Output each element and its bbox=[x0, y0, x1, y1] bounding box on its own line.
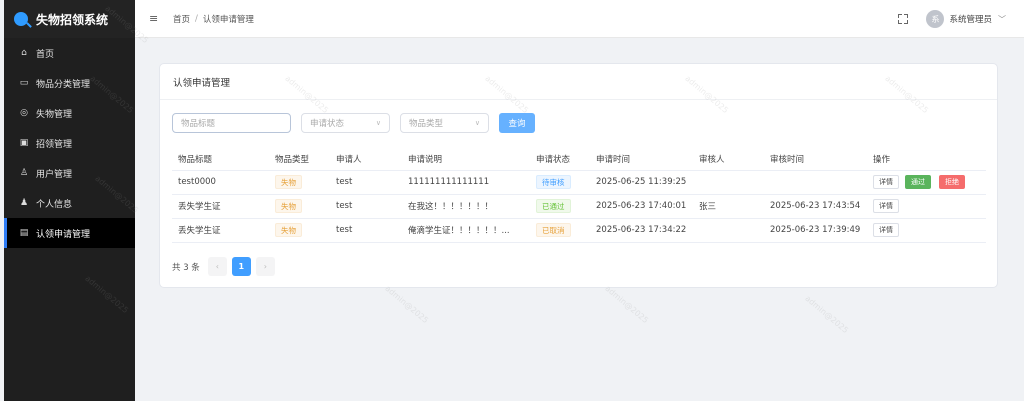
detail-button[interactable]: 详情 bbox=[873, 199, 899, 213]
chevron-down-icon[interactable]: ﹀ bbox=[998, 14, 1006, 25]
app-logo: 失物招领系统 bbox=[4, 0, 135, 38]
prev-page-button[interactable]: ‹ bbox=[207, 257, 227, 276]
column-header: 申请说明 bbox=[402, 148, 530, 171]
title-search-input[interactable]: 物品标题 bbox=[172, 113, 291, 133]
notebook-icon: ▣ bbox=[19, 138, 29, 148]
sidebar-item-profile[interactable]: ♟ 个人信息 bbox=[4, 188, 135, 218]
type-select-placeholder: 物品类型 bbox=[409, 119, 444, 129]
status-select-placeholder: 申请状态 bbox=[310, 119, 345, 129]
breadcrumb-current: 认领申请管理 bbox=[202, 14, 254, 25]
sidebar-item-label: 用户管理 bbox=[36, 169, 73, 180]
column-header: 物品类型 bbox=[269, 148, 330, 171]
status-badge: 已取消 bbox=[536, 223, 571, 237]
sidebar-item-label: 首页 bbox=[36, 49, 55, 60]
user-solid-icon: ♟ bbox=[19, 198, 29, 208]
type-tag: 失物 bbox=[275, 175, 302, 189]
column-header: 物品标题 bbox=[172, 148, 269, 171]
sidebar-item-label: 招领管理 bbox=[36, 139, 73, 150]
cell-reviewer: 张三 bbox=[693, 194, 764, 219]
page-number-button[interactable]: 1 bbox=[231, 257, 251, 276]
sidebar-item-claims[interactable]: ▤ 认领申请管理 bbox=[4, 218, 135, 248]
user-outline-icon: ♙ bbox=[19, 168, 29, 178]
cell-title: 丢失学生证 bbox=[172, 218, 269, 243]
cell-apply-time: 2025-06-23 17:34:22 bbox=[590, 218, 693, 243]
breadcrumb: 首页 / 认领申请管理 bbox=[173, 13, 254, 25]
cell-title: 丢失学生证 bbox=[172, 194, 269, 219]
claims-table: 物品标题 物品类型 申请人 申请说明 申请状态 申请时间 审核人 审核时间 操作… bbox=[172, 148, 986, 243]
chevron-down-icon: ∨ bbox=[474, 119, 480, 127]
detail-button[interactable]: 详情 bbox=[873, 223, 899, 237]
sidebar-item-found[interactable]: ▣ 招领管理 bbox=[4, 128, 135, 158]
top-header: ≡ 首页 / 认领申请管理 系 系统管理员 ﹀ bbox=[135, 0, 1024, 38]
sidebar-item-label: 个人信息 bbox=[36, 199, 73, 210]
cell-title: test0000 bbox=[172, 170, 269, 195]
table-row: 丢失学生证 失物 test 在我这！！！！！！！ 已通过 2025-06-23 … bbox=[172, 194, 986, 219]
chevron-down-icon: ∨ bbox=[375, 119, 381, 127]
claims-card: 认领申请管理 物品标题 申请状态 ∨ 物品类型 ∨ 查询 物品标题 物品类型 申… bbox=[159, 63, 998, 288]
avatar[interactable]: 系 bbox=[926, 10, 945, 28]
sidebar-item-label: 物品分类管理 bbox=[36, 79, 91, 90]
sidebar-item-label: 认领申请管理 bbox=[36, 229, 91, 240]
sidebar-item-lost[interactable]: ◎ 失物管理 bbox=[4, 98, 135, 128]
watermark: admin@2025 bbox=[603, 283, 651, 326]
folder-icon: ▭ bbox=[19, 78, 29, 88]
cell-review-time: 2025-06-23 17:43:54 bbox=[764, 194, 867, 219]
column-header: 申请状态 bbox=[530, 148, 590, 171]
cell-desc: 在我这！！！！！！！ bbox=[402, 194, 530, 219]
cell-review-time: 2025-06-23 17:39:49 bbox=[764, 218, 867, 243]
type-tag: 失物 bbox=[275, 223, 302, 237]
user-name[interactable]: 系统管理员 bbox=[949, 13, 992, 25]
pagination: 共 3 条 ‹ 1 › bbox=[172, 257, 280, 276]
app-title: 失物招领系统 bbox=[36, 12, 109, 27]
breadcrumb-separator: / bbox=[195, 13, 198, 24]
cell-apply-time: 2025-06-25 11:39:25 bbox=[590, 170, 693, 195]
status-select[interactable]: 申请状态 ∨ bbox=[301, 113, 390, 133]
watermark: admin@2025 bbox=[383, 283, 431, 326]
cell-applicant: test bbox=[330, 170, 402, 195]
sidebar-item-home[interactable]: ⌂ 首页 bbox=[4, 38, 135, 68]
lost-item-icon: ◎ bbox=[20, 108, 28, 118]
query-button[interactable]: 查询 bbox=[499, 113, 535, 133]
watermark: admin@2025 bbox=[803, 293, 851, 336]
cell-desc: 俺滴学生证！！！！！！... bbox=[402, 218, 530, 243]
total-count: 共 3 条 bbox=[172, 262, 200, 273]
reject-button[interactable]: 拒绝 bbox=[939, 175, 965, 189]
card-title: 认领申请管理 bbox=[160, 64, 997, 100]
fullscreen-icon[interactable] bbox=[898, 14, 909, 24]
filter-bar: 物品标题 申请状态 ∨ 物品类型 ∨ 查询 bbox=[172, 113, 535, 133]
table-row: 丢失学生证 失物 test 俺滴学生证！！！！！！... 已取消 2025-06… bbox=[172, 218, 986, 243]
status-badge: 待审核 bbox=[536, 175, 571, 189]
home-icon: ⌂ bbox=[21, 48, 27, 58]
approve-button[interactable]: 通过 bbox=[905, 175, 931, 189]
cell-applicant: test bbox=[330, 194, 402, 219]
table-header-row: 物品标题 物品类型 申请人 申请说明 申请状态 申请时间 审核人 审核时间 操作 bbox=[172, 148, 986, 171]
detail-button[interactable]: 详情 bbox=[873, 175, 899, 189]
cell-review-time bbox=[764, 170, 867, 195]
sidebar-item-category[interactable]: ▭ 物品分类管理 bbox=[4, 68, 135, 98]
column-header: 审核时间 bbox=[764, 148, 867, 171]
sidebar-item-label: 失物管理 bbox=[36, 109, 73, 120]
status-badge: 已通过 bbox=[536, 199, 571, 213]
column-header: 审核人 bbox=[693, 148, 764, 171]
sidebar: 失物招领系统 ⌂ 首页 ▭ 物品分类管理 ◎ 失物管理 ▣ 招领管理 ♙ 用户管… bbox=[4, 0, 135, 401]
column-header: 操作 bbox=[867, 148, 986, 171]
document-icon: ▤ bbox=[19, 228, 29, 238]
column-header: 申请人 bbox=[330, 148, 402, 171]
cell-reviewer bbox=[693, 218, 764, 243]
table-row: test0000 失物 test 111111111111111 待审核 202… bbox=[172, 170, 986, 195]
column-header: 申请时间 bbox=[590, 148, 693, 171]
menu-toggle-icon[interactable]: ≡ bbox=[149, 12, 163, 25]
type-tag: 失物 bbox=[275, 199, 302, 213]
sidebar-item-users[interactable]: ♙ 用户管理 bbox=[4, 158, 135, 188]
search-logo-icon bbox=[14, 12, 28, 26]
cell-applicant: test bbox=[330, 218, 402, 243]
cell-reviewer bbox=[693, 170, 764, 195]
cell-apply-time: 2025-06-23 17:40:01 bbox=[590, 194, 693, 219]
breadcrumb-home[interactable]: 首页 bbox=[173, 13, 190, 25]
next-page-button[interactable]: › bbox=[255, 257, 275, 276]
cell-desc: 111111111111111 bbox=[402, 170, 530, 195]
type-select[interactable]: 物品类型 ∨ bbox=[400, 113, 489, 133]
